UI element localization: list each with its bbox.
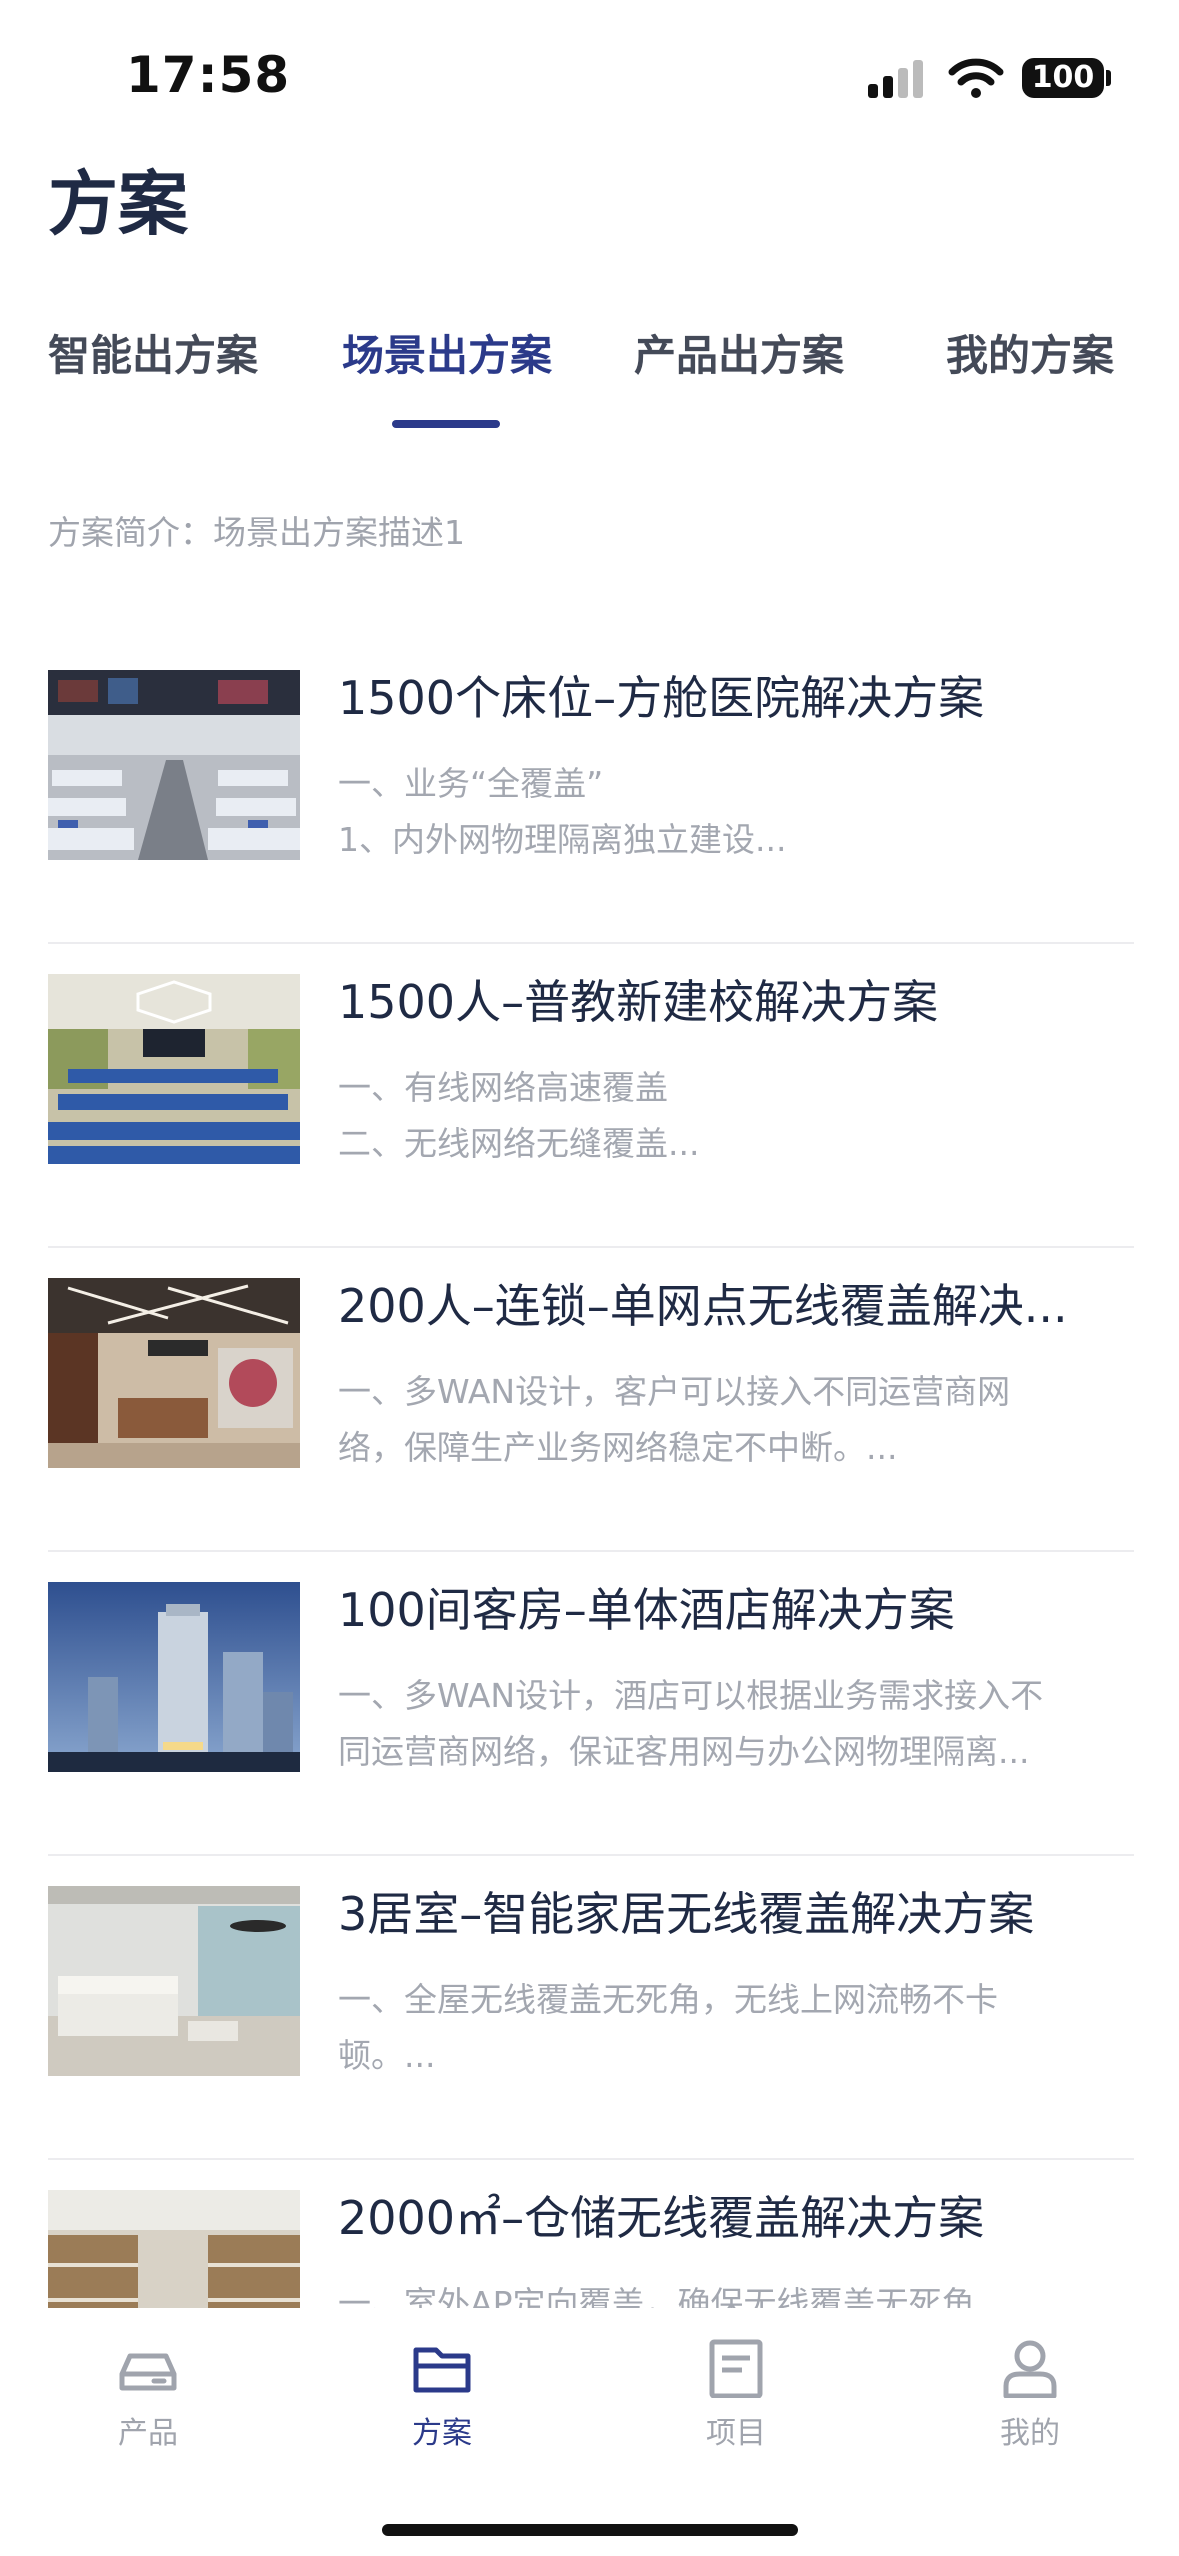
home-indicator: [382, 2524, 798, 2536]
page-title: 方案: [48, 163, 188, 245]
nav-label: 项目: [706, 2416, 766, 2451]
cellular-signal-icon: [868, 60, 926, 98]
document-icon: [709, 2339, 763, 2398]
router-icon: [119, 2353, 177, 2391]
solution-title: 1500个床位–方舱医院解决方案: [338, 671, 985, 725]
solution-desc-line2: 络，保障生产业务网络稳定不中断。...: [338, 1428, 898, 1467]
solution-desc-line1: 一、多WAN设计，客户可以接入不同运营商网: [338, 1372, 1011, 1411]
solution-title: 3居室–智能家居无线覆盖解决方案: [338, 1887, 1035, 1941]
folder-icon: [413, 2347, 471, 2393]
tab-scene-solution[interactable]: 场景出方案: [342, 322, 552, 383]
solution-item[interactable]: 200人–连锁–单网点无线覆盖解决... 一、多WAN设计，客户可以接入不同运营…: [48, 1248, 1134, 1552]
solution-desc-line1: 一、全屋无线覆盖无死角，无线上网流畅不卡: [338, 1980, 998, 2019]
solution-item[interactable]: 3居室–智能家居无线覆盖解决方案 一、全屋无线覆盖无死角，无线上网流畅不卡 顿。…: [48, 1856, 1134, 2160]
battery-tip: [1106, 70, 1111, 86]
solution-desc-line2: 同运营商网络，保证客用网与办公网物理隔离...: [338, 1732, 1030, 1771]
solution-desc-line1: 一、多WAN设计，酒店可以根据业务需求接入不: [338, 1676, 1044, 1715]
bottom-nav: 产品 方案 项目 我的: [0, 2308, 1179, 2556]
living-room-image: [48, 1886, 300, 2076]
tab-my-solutions[interactable]: 我的方案: [946, 322, 1114, 383]
active-tab-indicator: [392, 420, 500, 428]
nav-label: 产品: [118, 2416, 178, 2451]
hotel-building-image: [48, 1582, 300, 1772]
status-time: 17:58: [126, 46, 291, 104]
solution-desc-line2: 1、内外网物理隔离独立建设...: [338, 820, 787, 859]
solution-title: 1500人–普教新建校解决方案: [338, 975, 939, 1029]
wifi-icon: [948, 58, 1004, 98]
solution-desc-line1: 一、有线网络高速覆盖: [338, 1068, 668, 1107]
battery-icon: 100: [1022, 58, 1104, 98]
solution-desc-line2: 顿。...: [338, 2036, 436, 2075]
tab-smart-solution[interactable]: 智能出方案: [48, 322, 258, 383]
hospital-beds-image: [48, 670, 300, 860]
solution-title: 2000㎡–仓储无线覆盖解决方案: [338, 2191, 985, 2245]
solution-desc-line1: 一、业务“全覆盖”: [338, 764, 604, 803]
tab-product-solution[interactable]: 产品出方案: [634, 322, 844, 383]
nav-item-projects[interactable]: 项目: [656, 2308, 816, 2468]
solution-desc-line2: 二、无线网络无缝覆盖...: [338, 1124, 700, 1163]
solution-item[interactable]: 100间客房–单体酒店解决方案 一、多WAN设计，酒店可以根据业务需求接入不 同…: [48, 1552, 1134, 1856]
nav-item-products[interactable]: 产品: [68, 2308, 228, 2468]
solution-desc-line1: 一、室外AP定向覆盖，确保无线覆盖无死角: [338, 2284, 975, 2308]
user-icon: [1003, 2340, 1057, 2398]
nav-label: 方案: [412, 2416, 472, 2451]
solution-intro: 方案简介：场景出方案描述1: [48, 513, 465, 552]
solution-item[interactable]: 1500个床位–方舱医院解决方案 一、业务“全覆盖” 1、内外网物理隔离独立建设…: [48, 640, 1134, 944]
solution-title: 200人–连锁–单网点无线覆盖解决...: [338, 1279, 1068, 1333]
nav-item-mine[interactable]: 我的: [950, 2308, 1110, 2468]
coffee-shop-image: [48, 1278, 300, 1468]
classroom-image: [48, 974, 300, 1164]
nav-label: 我的: [1000, 2416, 1060, 2451]
solution-title: 100间客房–单体酒店解决方案: [338, 1583, 955, 1637]
tab-bar: 智能出方案 场景出方案 产品出方案 我的方案: [0, 322, 1179, 432]
solution-item[interactable]: 1500人–普教新建校解决方案 一、有线网络高速覆盖 二、无线网络无缝覆盖...: [48, 944, 1134, 1248]
solution-item[interactable]: 2000㎡–仓储无线覆盖解决方案 一、室外AP定向覆盖，确保无线覆盖无死角: [48, 2160, 1134, 2308]
solution-list: 1500个床位–方舱医院解决方案 一、业务“全覆盖” 1、内外网物理隔离独立建设…: [48, 640, 1134, 2308]
nav-item-solutions[interactable]: 方案: [362, 2308, 522, 2468]
warehouse-image: [48, 2190, 300, 2308]
